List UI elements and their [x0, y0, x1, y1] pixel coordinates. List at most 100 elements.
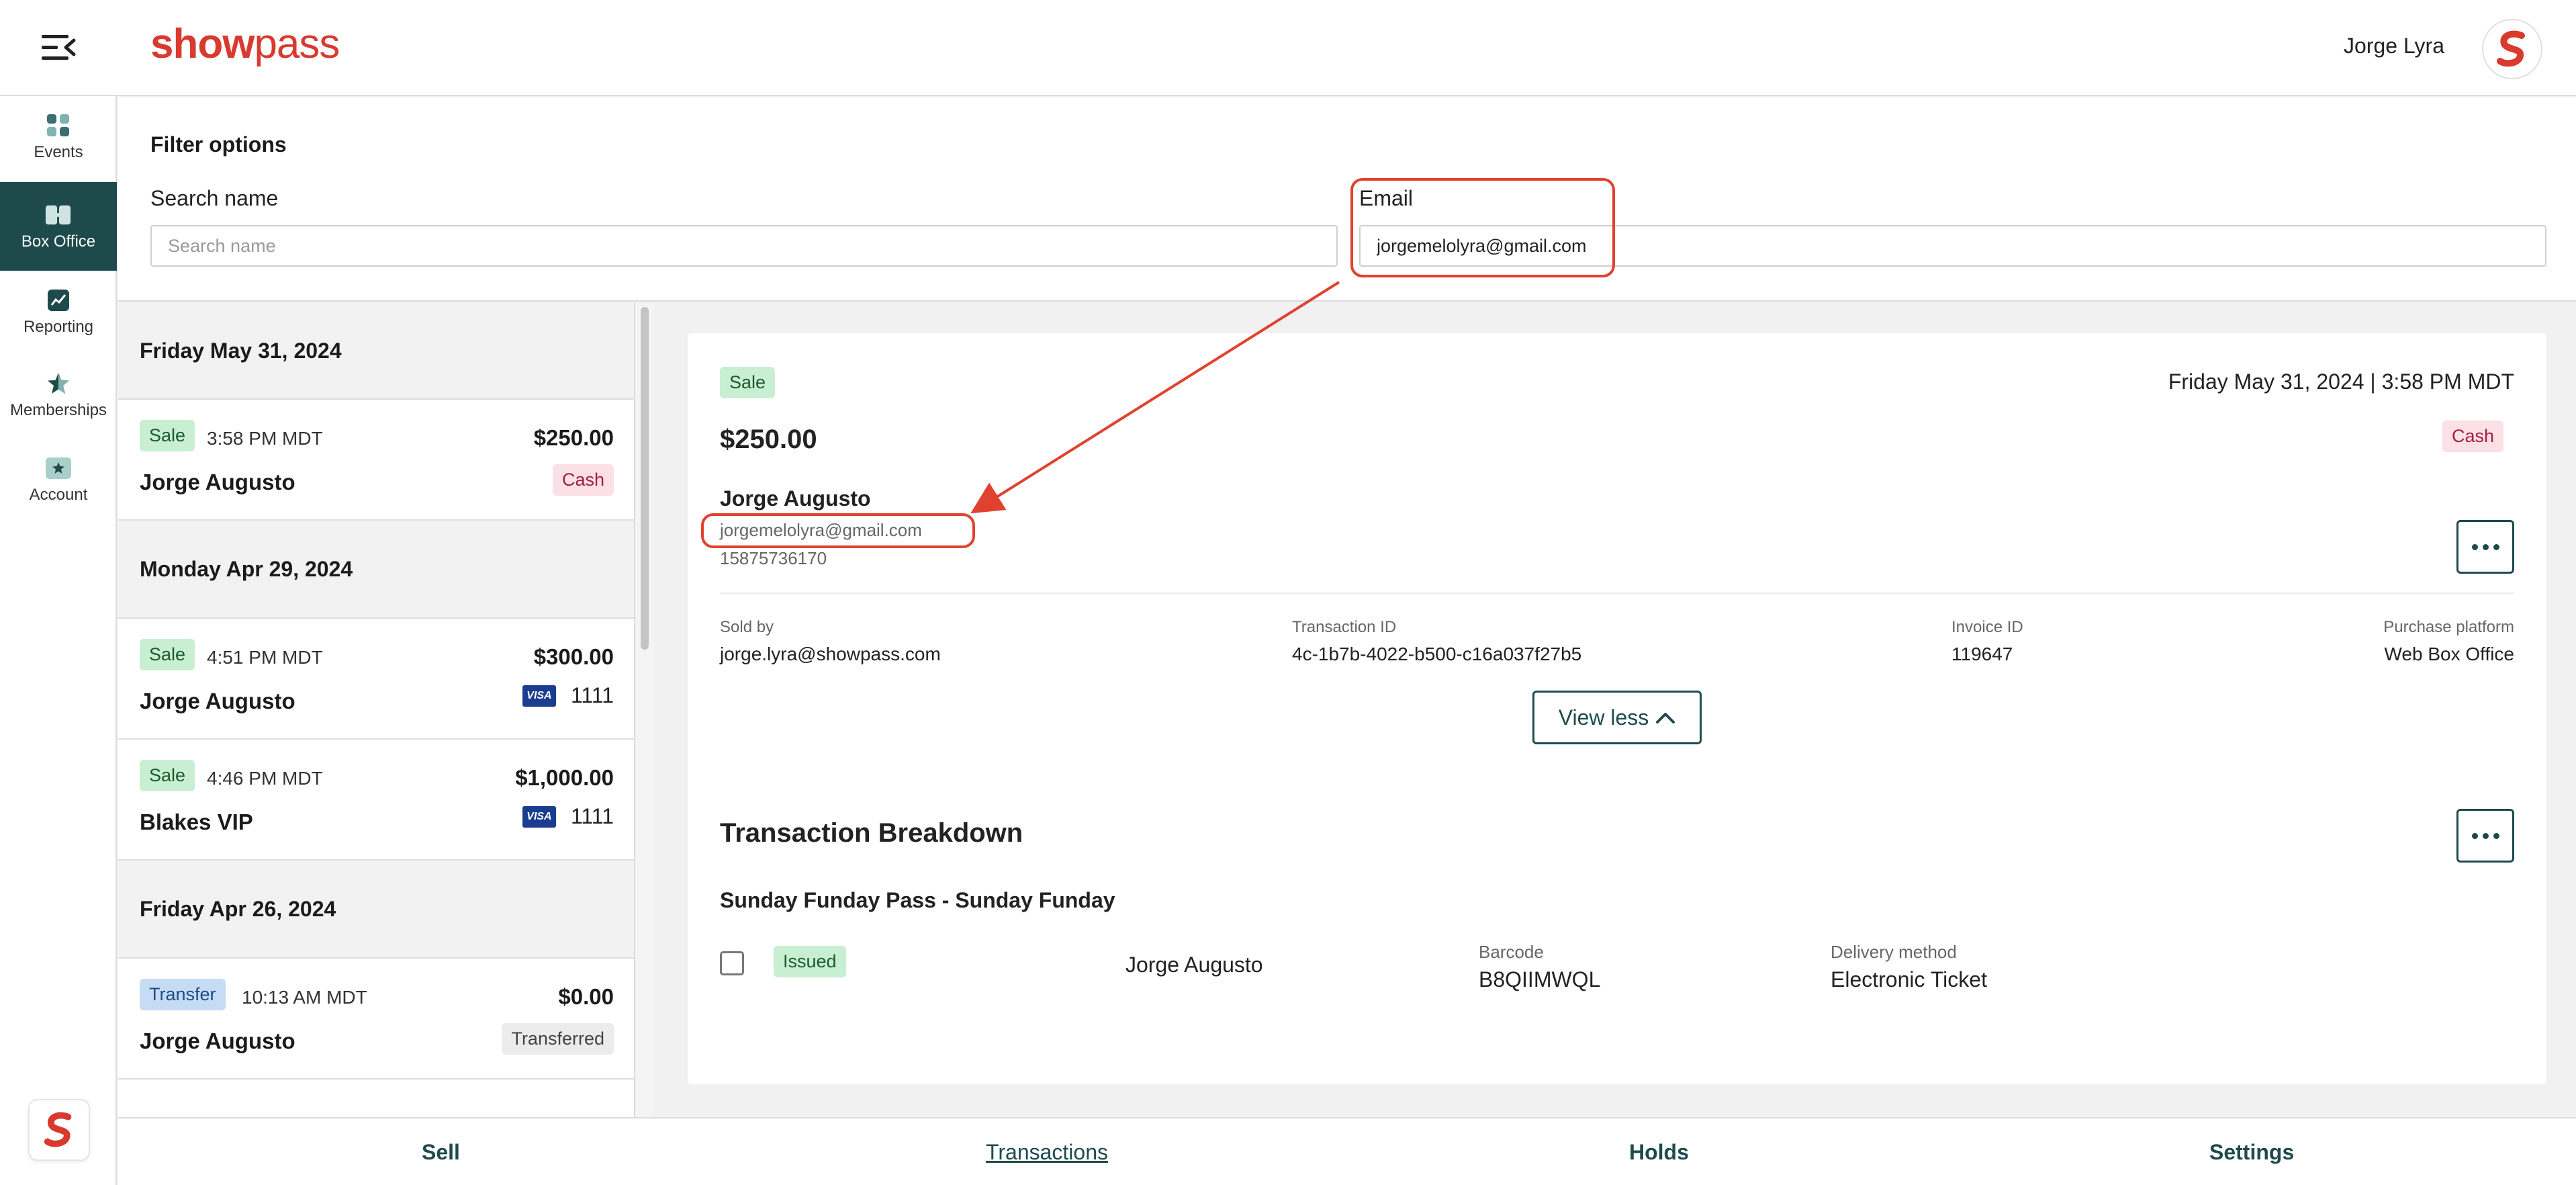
- customer-name: Jorge Augusto: [720, 486, 871, 511]
- delivery-method-value: Electronic Ticket: [1831, 967, 1987, 992]
- sale-badge: Sale: [720, 367, 776, 398]
- transaction-row[interactable]: Sale 4:51 PM MDT $300.00 Jorge Augusto V…: [118, 619, 634, 740]
- purchase-platform-value: Web Box Office: [2384, 644, 2515, 664]
- payment-method: VISA 1111: [522, 804, 614, 829]
- barcode-value: B8QIIMWQL: [1479, 967, 1601, 992]
- transaction-time: 4:51 PM MDT: [207, 647, 323, 668]
- top-bar: showpass Jorge Lyra: [0, 0, 2576, 96]
- purchase-platform-label: Purchase platform: [2383, 618, 2514, 636]
- chart-icon: [45, 287, 72, 314]
- star-icon: [45, 370, 72, 397]
- user-name[interactable]: Jorge Lyra: [2344, 34, 2444, 58]
- menu-collapse-icon[interactable]: [40, 32, 77, 63]
- barcode-label: Barcode: [1479, 942, 1544, 962]
- transaction-amount: $250.00: [720, 425, 817, 454]
- scrollbar-thumb[interactable]: [641, 307, 649, 650]
- customer-more-button[interactable]: [2456, 520, 2514, 574]
- breakdown-more-button[interactable]: [2456, 809, 2514, 863]
- search-name-label: Search name: [150, 186, 279, 210]
- view-less-button[interactable]: View less: [1532, 691, 1702, 744]
- payment-method: Cash: [552, 464, 614, 496]
- issued-badge: Issued: [774, 946, 846, 977]
- account-card-icon: [45, 455, 72, 482]
- sale-badge: Sale: [140, 760, 195, 791]
- sold-by-value: jorge.lyra@showpass.com: [720, 644, 941, 664]
- tab-holds[interactable]: Holds: [1629, 1140, 1689, 1165]
- delivery-method-label: Delivery method: [1831, 942, 1957, 962]
- day-header: Friday Apr 26, 2024: [118, 861, 634, 959]
- sale-badge: Sale: [140, 639, 195, 670]
- sidebar-item-label: Reporting: [23, 318, 94, 336]
- sidebar-item-box-office[interactable]: Box Office: [0, 182, 117, 271]
- filter-panel: Filter options Search name Email: [118, 97, 2576, 302]
- tickets-icon: [45, 202, 72, 228]
- tab-sell[interactable]: Sell: [422, 1140, 460, 1165]
- sidebar-item-label: Events: [34, 143, 83, 161]
- search-name-input[interactable]: [150, 225, 1338, 267]
- item-title: Sunday Funday Pass - Sunday Funday: [720, 888, 1115, 912]
- transaction-list: Friday May 31, 2024 Sale 3:58 PM MDT $25…: [118, 303, 635, 1117]
- transaction-id-value: 4c-1b7b-4022-b500-c16a037f27b5: [1292, 644, 1582, 664]
- showpass-badge[interactable]: [28, 1099, 90, 1161]
- showpass-s-icon: [2497, 30, 2525, 67]
- ticket-checkbox[interactable]: [720, 951, 744, 975]
- transaction-datetime: Friday May 31, 2024 | 3:58 PM MDT: [2168, 369, 2514, 394]
- email-input[interactable]: [1359, 225, 2546, 267]
- sidebar-item-memberships[interactable]: Memberships: [0, 370, 117, 443]
- visa-card-icon: VISA: [522, 805, 556, 828]
- visa-card-icon: VISA: [522, 685, 556, 707]
- sidebar-item-account[interactable]: Account: [0, 455, 117, 525]
- tab-transactions[interactable]: Transactions: [986, 1140, 1108, 1165]
- payment-method: VISA 1111: [522, 683, 614, 708]
- day-header: Friday May 31, 2024: [118, 303, 634, 400]
- showpass-s-icon: [44, 1112, 72, 1147]
- transaction-row[interactable]: Sale 3:58 PM MDT $250.00 Jorge Augusto C…: [118, 400, 634, 521]
- transaction-customer: Blakes VIP: [140, 809, 253, 834]
- email-label: Email: [1359, 186, 1414, 210]
- view-less-label: View less: [1558, 705, 1649, 730]
- card-last4: 1111: [570, 804, 614, 828]
- transaction-id-label: Transaction ID: [1292, 618, 1397, 636]
- transaction-customer: Jorge Augusto: [140, 1028, 295, 1053]
- cash-badge: Cash: [2442, 421, 2503, 452]
- more-options-icon: [2471, 832, 2499, 839]
- transaction-time: 10:13 AM MDT: [242, 987, 367, 1008]
- bottom-tab-bar: Sell Transactions Holds Settings: [118, 1117, 2576, 1185]
- side-nav: Events Box Office Reporting Memberships …: [0, 96, 117, 1185]
- ticket-holder: Jorge Augusto: [1125, 953, 1263, 977]
- sidebar-item-label: Memberships: [9, 401, 107, 419]
- transaction-amount: $0.00: [558, 984, 614, 1009]
- sidebar-item-events[interactable]: Events: [0, 112, 117, 182]
- transaction-time: 3:58 PM MDT: [207, 428, 323, 449]
- user-avatar[interactable]: [2482, 19, 2542, 79]
- invoice-id-value: 119647: [1951, 644, 2013, 664]
- divider: [720, 592, 2514, 594]
- chevron-up-icon: [1656, 713, 1675, 723]
- sidebar-item-reporting[interactable]: Reporting: [0, 287, 117, 354]
- filter-title: Filter options: [150, 132, 287, 157]
- more-options-icon: [2471, 543, 2499, 550]
- customer-email[interactable]: jorgemelolyra@gmail.com: [720, 520, 922, 541]
- breakdown-title: Transaction Breakdown: [720, 818, 1023, 848]
- payment-method: Transferred: [502, 1023, 614, 1055]
- tab-settings[interactable]: Settings: [2209, 1140, 2294, 1165]
- sale-badge: Sale: [140, 420, 195, 451]
- sidebar-item-label: Account: [29, 486, 88, 504]
- transaction-row[interactable]: Sale 4:46 PM MDT $1,000.00 Blakes VIP VI…: [118, 740, 634, 861]
- transaction-row[interactable]: Transfer 10:13 AM MDT $0.00 Jorge August…: [118, 959, 634, 1080]
- sold-by-label: Sold by: [720, 618, 774, 636]
- list-scrollbar[interactable]: [635, 303, 654, 1117]
- transfer-badge: Transfer: [140, 979, 226, 1010]
- showpass-logo[interactable]: showpass: [150, 20, 340, 68]
- sidebar-item-label: Box Office: [21, 232, 96, 251]
- grid-icon: [45, 112, 72, 139]
- transaction-time: 4:46 PM MDT: [207, 768, 323, 789]
- transaction-customer: Jorge Augusto: [140, 470, 295, 494]
- card-last4: 1111: [570, 683, 614, 707]
- customer-phone: 15875736170: [720, 548, 827, 568]
- transaction-amount: $300.00: [533, 644, 614, 669]
- invoice-id-label: Invoice ID: [1951, 618, 2023, 636]
- transferred-badge: Transferred: [502, 1023, 614, 1055]
- transaction-amount: $1,000.00: [515, 765, 614, 790]
- transaction-amount: $250.00: [533, 425, 614, 450]
